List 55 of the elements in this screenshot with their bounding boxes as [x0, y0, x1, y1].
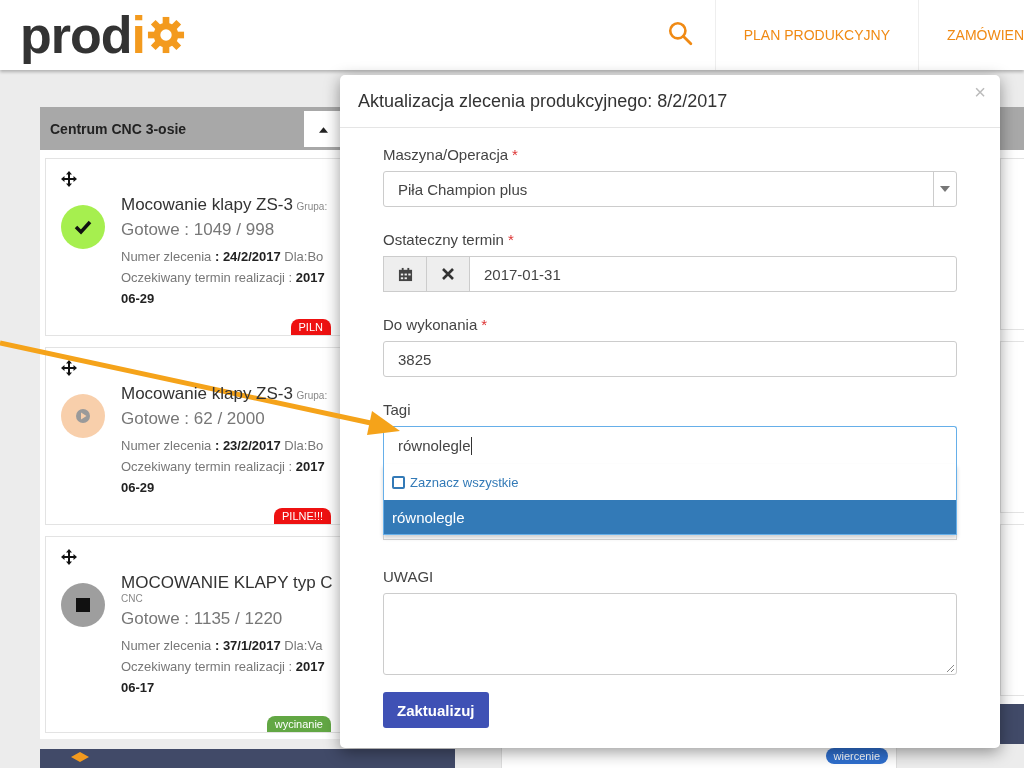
clear-button[interactable] — [426, 256, 470, 292]
group-label: Grupa: — [296, 201, 328, 212]
move-icon[interactable] — [61, 171, 77, 187]
checkbox[interactable] — [392, 475, 405, 489]
due-date: 06-17 — [121, 679, 156, 697]
move-icon[interactable] — [61, 360, 77, 376]
due-date-label: Oczekiwany termin realizacji : 2017 — [121, 269, 326, 287]
status-done-icon — [61, 205, 105, 249]
done-count: Gotowe : 1049 / 998 — [121, 220, 276, 240]
field-label: Tagi — [383, 401, 411, 418]
required-mark: * — [512, 146, 518, 163]
calendar-button[interactable] — [383, 256, 427, 292]
field-label: Do wykonania — [383, 316, 478, 333]
group-label: Grupa: — [296, 390, 328, 401]
group-name: CNC — [121, 593, 144, 604]
order-number: Numer zlecenia : 23/2/2017 Dla:Bo — [121, 437, 325, 455]
field-label: Maszyna/Operacja — [383, 146, 509, 163]
done-count: Gotowe : 1135 / 1220 — [121, 609, 284, 629]
date-field[interactable]: 2017-01-31 — [469, 256, 957, 292]
tag-badge: wycinanie — [266, 716, 331, 732]
done-count: Gotowe : 62 / 2000 — [121, 409, 266, 429]
select-all-option[interactable]: Zaznacz wszystkie — [384, 464, 956, 500]
calendar-icon — [397, 266, 413, 282]
tag-badge: PILNE!!! — [274, 508, 331, 524]
order-title: Mocowanie klapy ZS-3 — [121, 195, 293, 214]
order-title: MOCOWANIE KLAPY typ C — [121, 573, 333, 592]
input-field[interactable]: 3825 — [383, 341, 957, 377]
required-mark: * — [481, 316, 488, 333]
due-date: 06-29 — [121, 479, 156, 497]
dialog-title: Aktualizacja zlecenia produkcyjnego: 8/2/2017 — [358, 90, 728, 112]
due-date: 06-29 — [121, 290, 156, 308]
caret-icon — [940, 186, 950, 192]
search-field[interactable]: równolegle — [383, 426, 957, 464]
update-button[interactable]: Zaktualizuj — [383, 692, 489, 728]
order-number: Numer zlecenia : 37/1/2017 Dla:Va — [121, 637, 324, 655]
status-play-icon — [61, 394, 105, 438]
collapse-button[interactable] — [304, 110, 342, 147]
field-label: Ostateczny termin — [383, 231, 504, 248]
close-icon — [442, 268, 454, 280]
order-number: Numer zlecenia : 24/2/2017 Dla:Bo — [121, 248, 325, 266]
due-date-label: Oczekiwany termin realizacji : 2017 — [121, 458, 326, 476]
move-icon[interactable] — [61, 549, 77, 565]
tag-badge: PILN — [290, 319, 331, 335]
due-date-label: Oczekiwany termin realizacji : 2017 — [121, 658, 326, 676]
gear-icon — [147, 16, 185, 54]
status-stop-icon — [61, 583, 105, 627]
notes-field[interactable] — [383, 593, 957, 675]
required-mark: * — [507, 231, 514, 248]
resize-grip-icon — [946, 664, 954, 672]
select-field[interactable]: Piła Champion plus — [383, 171, 957, 207]
caret-up-icon — [318, 127, 328, 133]
field-label: UWAGI — [383, 568, 434, 585]
tag-badge: wiercenie — [825, 748, 888, 764]
dropdown-option[interactable]: równolegle — [384, 500, 956, 534]
column-title: Centrum CNC 3-osie — [50, 120, 187, 137]
